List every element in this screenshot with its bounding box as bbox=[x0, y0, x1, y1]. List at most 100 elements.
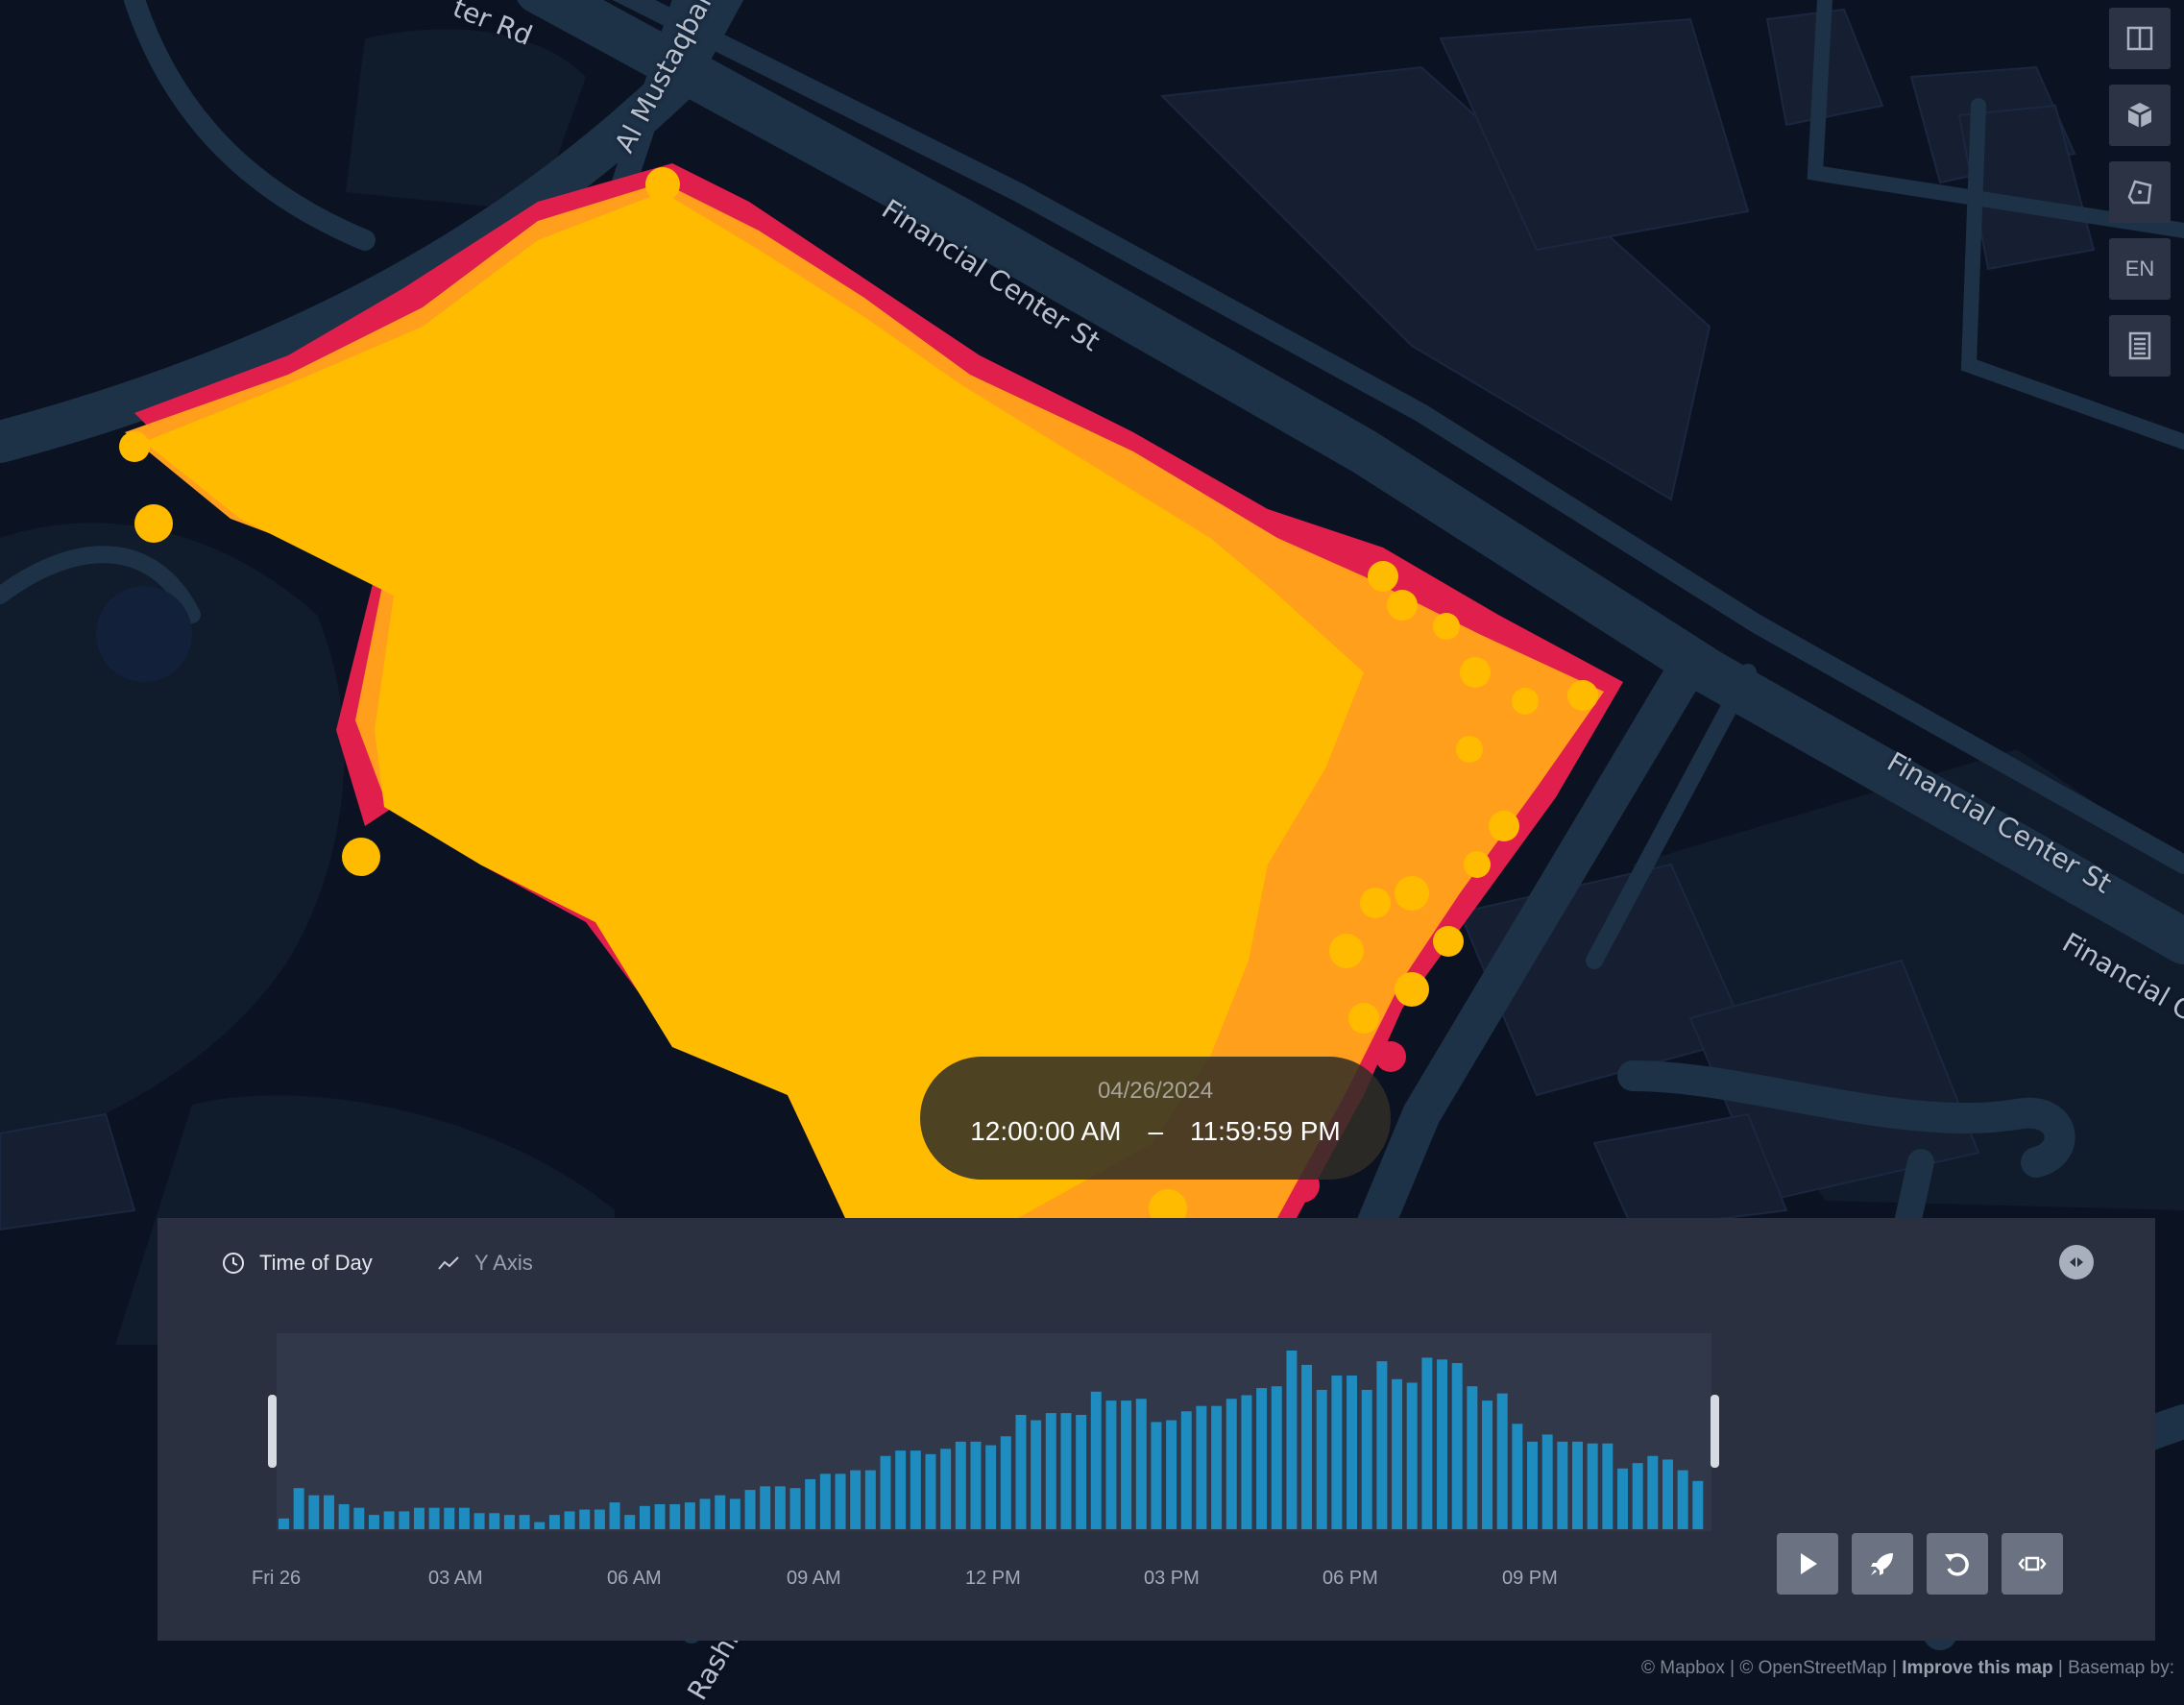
play-icon bbox=[1801, 1553, 1817, 1574]
reset-button[interactable] bbox=[1927, 1533, 1988, 1595]
histogram-bar bbox=[473, 1513, 485, 1529]
histogram-bar bbox=[1031, 1420, 1042, 1529]
histogram-bar bbox=[1060, 1413, 1072, 1529]
x-tick-label: 09 AM bbox=[787, 1568, 841, 1589]
range-handle-end[interactable] bbox=[1711, 1395, 1719, 1468]
histogram-bar bbox=[1045, 1413, 1056, 1529]
histogram-bar bbox=[819, 1474, 831, 1529]
openstreetmap-link[interactable]: © OpenStreetMap bbox=[1739, 1658, 1886, 1678]
histogram-bar bbox=[444, 1507, 455, 1529]
time-range-values: 12:00:00 AM –11:59:59 PM bbox=[920, 1116, 1391, 1147]
histogram-bar bbox=[323, 1495, 334, 1529]
histogram-bar bbox=[353, 1507, 365, 1529]
histogram-bar bbox=[624, 1515, 636, 1529]
histogram-bar bbox=[1392, 1378, 1403, 1529]
histogram-bar bbox=[1301, 1364, 1313, 1529]
histogram-bar bbox=[1692, 1480, 1704, 1529]
histogram-bar bbox=[1451, 1363, 1463, 1529]
speed-button[interactable] bbox=[1852, 1533, 1913, 1595]
histogram-bar bbox=[970, 1441, 982, 1529]
histogram-bar bbox=[684, 1502, 695, 1529]
roundabout bbox=[96, 586, 192, 682]
histogram-bar bbox=[1632, 1463, 1643, 1529]
histogram-bar bbox=[744, 1490, 756, 1529]
3d-map-button[interactable] bbox=[2109, 85, 2171, 146]
histogram-bar bbox=[1241, 1395, 1252, 1529]
histogram-bar bbox=[1662, 1459, 1673, 1529]
histogram-bar bbox=[308, 1495, 320, 1529]
reset-icon bbox=[1945, 1553, 1969, 1576]
histogram-bar bbox=[1572, 1441, 1583, 1529]
histogram-bar bbox=[609, 1502, 620, 1529]
histogram-bar bbox=[1347, 1376, 1358, 1529]
histogram-bar bbox=[669, 1503, 681, 1529]
x-tick-label: Fri 26 bbox=[252, 1568, 302, 1589]
histogram-bar bbox=[458, 1507, 470, 1529]
split-map-button[interactable] bbox=[2109, 8, 2171, 69]
mapbox-link[interactable]: © Mapbox bbox=[1641, 1658, 1725, 1678]
histogram-bar bbox=[1196, 1405, 1207, 1529]
histogram-bar bbox=[1316, 1389, 1327, 1529]
histogram-bar bbox=[805, 1478, 816, 1529]
histogram-bar bbox=[1482, 1401, 1493, 1529]
language-label: EN bbox=[2124, 256, 2155, 280]
histogram-bar bbox=[1015, 1414, 1027, 1529]
histogram-bar bbox=[1541, 1434, 1553, 1529]
draw-polygon-icon bbox=[2127, 180, 2152, 205]
x-tick-label: 09 PM bbox=[1502, 1568, 1558, 1589]
histogram-bar bbox=[1437, 1359, 1448, 1529]
histogram-bar bbox=[910, 1450, 921, 1529]
legend-button[interactable] bbox=[2109, 315, 2171, 377]
attribution-separator: | bbox=[1892, 1658, 1897, 1678]
histogram-bar bbox=[503, 1515, 515, 1529]
3d-cube-icon bbox=[2127, 103, 2152, 128]
histogram-bar bbox=[579, 1509, 591, 1529]
histogram-bar bbox=[594, 1509, 605, 1529]
histogram-bar bbox=[1225, 1399, 1237, 1529]
x-tick-label: 03 AM bbox=[428, 1568, 483, 1589]
histogram-bar bbox=[489, 1513, 500, 1529]
histogram-bar bbox=[1090, 1391, 1102, 1529]
improve-map-link[interactable]: Improve this map bbox=[1902, 1658, 2052, 1678]
histogram-bar bbox=[1527, 1441, 1538, 1529]
x-tick-label: 12 PM bbox=[965, 1568, 1021, 1589]
histogram-bar bbox=[413, 1507, 425, 1529]
speed-rocket-icon bbox=[1871, 1553, 1893, 1575]
time-playback-panel: Time of Day Y Axis Fri 26 03 AM 06 AM 09… bbox=[158, 1218, 2155, 1641]
histogram-bar bbox=[729, 1498, 740, 1529]
histogram-bar bbox=[534, 1522, 546, 1529]
histogram-bar bbox=[293, 1488, 304, 1529]
histogram-bar bbox=[1105, 1401, 1117, 1529]
histogram-bar bbox=[1331, 1376, 1343, 1529]
time-range-date: 04/26/2024 bbox=[1097, 1078, 1214, 1104]
time-range-display: 04/26/2024 12:00:00 AM –11:59:59 PM bbox=[920, 1057, 1391, 1180]
histogram-bar bbox=[548, 1515, 560, 1529]
histogram-bar bbox=[428, 1507, 440, 1529]
x-tick-label: 03 PM bbox=[1144, 1568, 1200, 1589]
range-handle-start[interactable] bbox=[268, 1395, 277, 1468]
histogram-bar bbox=[1496, 1393, 1508, 1529]
time-range-start: 12:00:00 AM bbox=[970, 1116, 1122, 1146]
histogram-bar bbox=[1121, 1401, 1132, 1529]
histogram-bar bbox=[564, 1511, 575, 1529]
histogram-bar bbox=[654, 1503, 666, 1529]
histogram-bar bbox=[940, 1449, 952, 1529]
histogram-bar bbox=[1211, 1405, 1223, 1529]
histogram-bar bbox=[835, 1474, 846, 1529]
histogram-bar bbox=[925, 1453, 936, 1529]
draw-polygon-button[interactable] bbox=[2109, 161, 2171, 223]
window-width-button[interactable] bbox=[2002, 1533, 2063, 1595]
histogram-bar bbox=[1512, 1424, 1523, 1529]
language-button[interactable]: EN bbox=[2109, 238, 2171, 300]
x-tick-label: 06 AM bbox=[607, 1568, 662, 1589]
play-button[interactable] bbox=[1777, 1533, 1838, 1595]
histogram-bar bbox=[715, 1495, 726, 1529]
histogram-bar bbox=[1286, 1351, 1298, 1529]
histogram-bar bbox=[399, 1511, 410, 1529]
histogram-bar bbox=[774, 1486, 786, 1529]
histogram-bar bbox=[1587, 1443, 1598, 1529]
histogram-bar bbox=[383, 1511, 395, 1529]
histogram-bar bbox=[985, 1445, 997, 1529]
histogram-bar bbox=[1271, 1386, 1282, 1529]
histogram-bar bbox=[1180, 1411, 1192, 1529]
